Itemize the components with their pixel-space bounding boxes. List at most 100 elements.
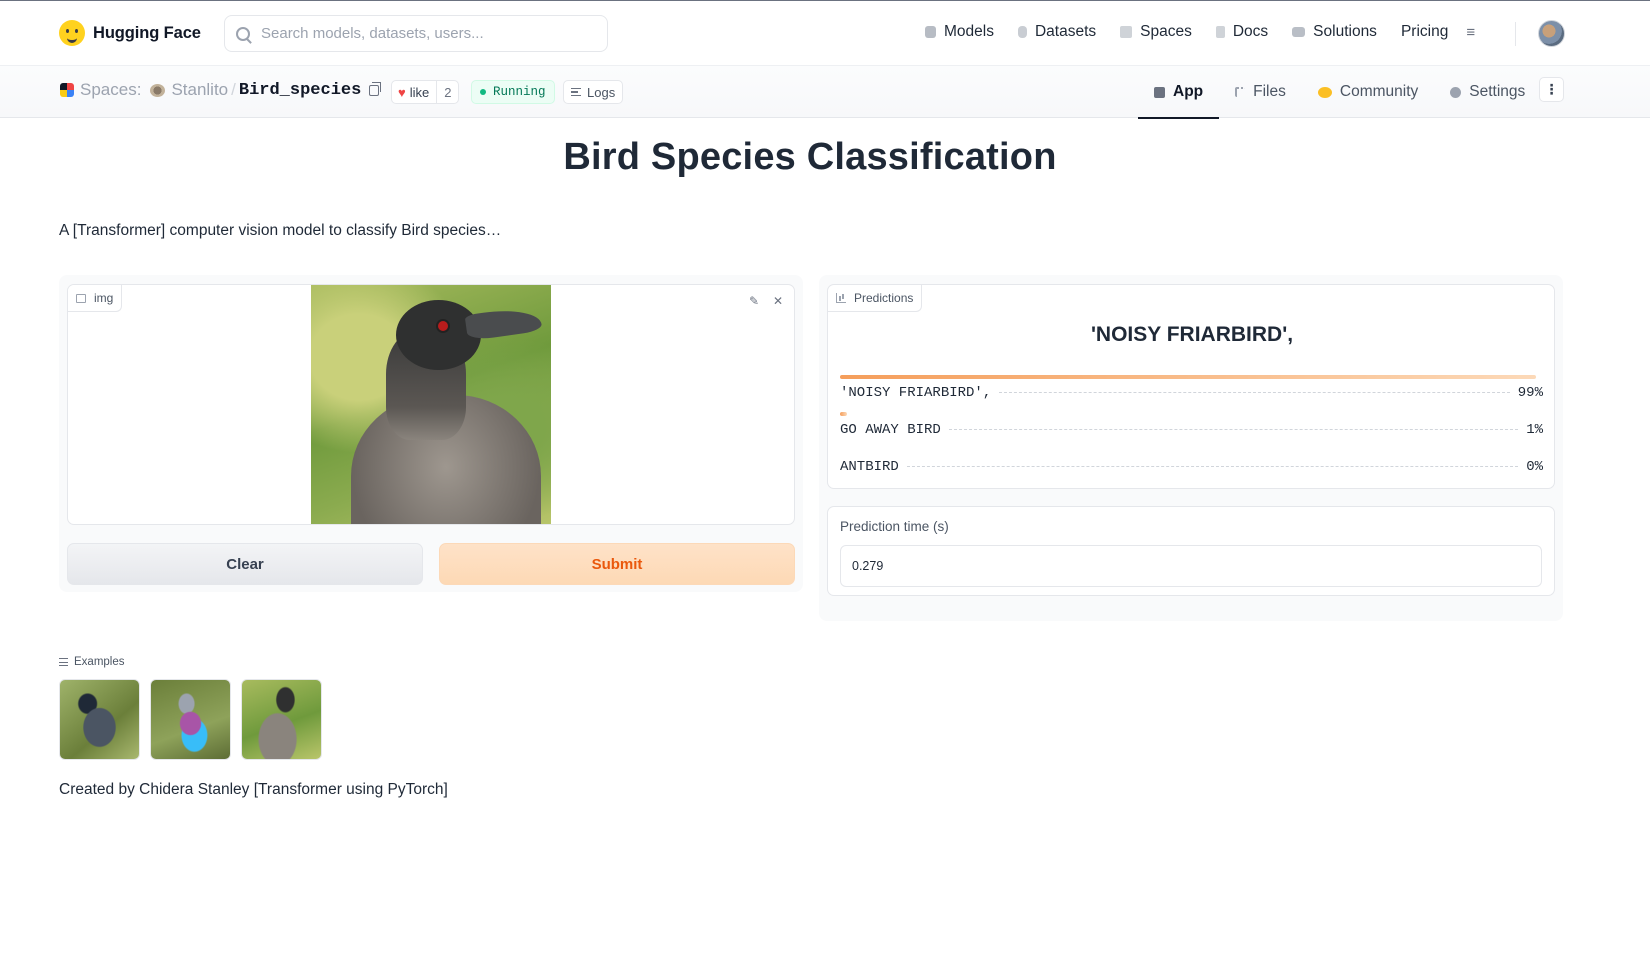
search-input[interactable] [261, 25, 581, 42]
heart-icon: ♥ [398, 84, 406, 100]
nav-solutions[interactable]: Solutions [1292, 23, 1377, 41]
like-action[interactable]: ♥ like [392, 81, 438, 103]
space-tabs: App Files Community Settings [1138, 66, 1541, 119]
confidence-line: 'NOISY FRIARBIRD', 99% [840, 385, 1543, 401]
gear-icon [1450, 86, 1462, 98]
hugging-face-emoji-icon [59, 20, 85, 46]
status-badge: Running [471, 80, 555, 104]
top-navbar: Hugging Face Models Datasets Spaces Docs… [0, 0, 1650, 66]
like-button[interactable]: ♥ like 2 [391, 80, 460, 104]
user-avatar[interactable] [1538, 20, 1565, 47]
clear-button[interactable]: Clear [67, 543, 423, 585]
confidence-bar [840, 375, 1536, 379]
prediction-time-field[interactable]: 0.279 [840, 545, 1542, 587]
bar-chart-icon [836, 293, 846, 303]
footer-credit: Created by Chidera Stanley [Transformer … [59, 781, 448, 798]
tab-files-label: Files [1253, 83, 1286, 100]
community-icon [1317, 86, 1332, 98]
more-menu-icon[interactable]: ≡ [1466, 24, 1475, 41]
breadcrumb-owner[interactable]: Stanlito [171, 80, 228, 100]
example-thumb-quail[interactable] [59, 679, 140, 760]
submit-button[interactable]: Submit [439, 543, 795, 585]
nav-spaces[interactable]: Spaces [1120, 23, 1192, 41]
nav-datasets-label: Datasets [1034, 23, 1097, 40]
output-panel: Predictions 'NOISY FRIARBIRD', 'NOISY FR… [819, 275, 1563, 621]
example-thumb-friarbird[interactable] [241, 679, 322, 760]
solutions-icon [1292, 27, 1306, 37]
like-label: like [409, 84, 430, 100]
search-icon [236, 26, 250, 41]
tab-app-label: App [1173, 83, 1204, 100]
tab-app[interactable]: App [1138, 66, 1220, 119]
bird-eye [438, 321, 448, 331]
confidence-line: GO AWAY BIRD 1% [840, 422, 1543, 438]
confidence-bar [840, 412, 848, 416]
confidence-label: ANTBIRD [840, 459, 899, 475]
close-icon[interactable]: ✕ [770, 293, 786, 309]
nav-solutions-label: Solutions [1313, 23, 1377, 40]
brand-logo[interactable]: Hugging Face [59, 20, 201, 46]
spaces-logo-icon [60, 83, 74, 97]
spaces-grid-icon [1120, 26, 1133, 38]
image-tools: ✎ ✕ [746, 293, 786, 309]
app-description: A [Transformer] computer vision model to… [59, 222, 502, 239]
list-icon [59, 658, 68, 666]
breadcrumb-repo[interactable]: Bird_species [239, 81, 361, 100]
like-count[interactable]: 2 [437, 85, 458, 100]
tab-community[interactable]: Community [1302, 66, 1434, 118]
nav-models[interactable]: Models [925, 23, 994, 41]
breadcrumb-separator: / [231, 80, 236, 99]
nav-docs[interactable]: Docs [1215, 23, 1269, 41]
nav-docs-label: Docs [1232, 23, 1269, 40]
logs-icon [571, 88, 581, 96]
nav-datasets[interactable]: Datasets [1017, 23, 1097, 41]
app-cube-icon [1154, 86, 1165, 98]
status-dot-icon [480, 89, 486, 95]
files-icon [1235, 87, 1246, 97]
space-options-button[interactable]: ⋮ [1539, 77, 1564, 102]
image-icon [76, 293, 86, 303]
dotted-leader [948, 429, 1519, 430]
uploaded-bird-image [311, 285, 551, 524]
logs-button[interactable]: Logs [563, 80, 624, 104]
nav-models-label: Models [944, 23, 994, 40]
nav-pricing-label: Pricing [1400, 23, 1449, 40]
confidence-value: 1% [1526, 422, 1543, 438]
top-prediction: 'NOISY FRIARBIRD', [1090, 323, 1294, 346]
tab-files[interactable]: Files [1219, 66, 1302, 118]
predictions-label-text: Predictions [854, 291, 914, 305]
breadcrumb-spaces[interactable]: Spaces: [80, 80, 141, 100]
predictions-block-label: Predictions [828, 285, 923, 312]
tab-settings[interactable]: Settings [1434, 66, 1541, 118]
image-upload-area[interactable]: img ✎ ✕ [67, 284, 795, 525]
confidence-label: 'NOISY FRIARBIRD', [840, 385, 992, 401]
copy-icon[interactable] [369, 81, 382, 96]
status-text: Running [493, 85, 546, 99]
confidence-label: GO AWAY BIRD [840, 422, 941, 438]
confidence-value: 99% [1517, 385, 1543, 401]
search-bar[interactable] [224, 15, 608, 52]
examples-gallery [59, 679, 322, 760]
example-thumb-roller[interactable] [150, 679, 231, 760]
confidence-list: 'NOISY FRIARBIRD', 99% GO AWAY BIRD 1% A… [840, 375, 1543, 486]
input-panel: img ✎ ✕ Clear Submit [59, 275, 803, 592]
confidence-row: GO AWAY BIRD 1% [840, 412, 1543, 449]
prediction-time-block: Prediction time (s) 0.279 [827, 506, 1555, 596]
confidence-row: 'NOISY FRIARBIRD', 99% [840, 375, 1543, 412]
image-label-text: img [94, 291, 114, 305]
nav-pricing[interactable]: Pricing [1401, 23, 1448, 41]
tab-community-label: Community [1339, 83, 1419, 100]
image-block-label: img [68, 285, 123, 312]
nav-spaces-label: Spaces [1140, 23, 1192, 40]
datasets-icon [1017, 26, 1027, 38]
examples-label-text: Examples [74, 656, 125, 668]
prediction-time-label: Prediction time (s) [840, 519, 949, 534]
logs-label: Logs [587, 84, 616, 100]
confidence-row: ANTBIRD 0% [840, 449, 1543, 486]
owner-avatar-icon [150, 83, 166, 97]
edit-pencil-icon[interactable]: ✎ [746, 293, 762, 309]
main-nav: Models Datasets Spaces Docs Solutions Pr… [925, 23, 1475, 41]
nav-divider [1515, 22, 1516, 46]
tab-settings-label: Settings [1469, 83, 1526, 100]
predictions-block: Predictions 'NOISY FRIARBIRD', 'NOISY FR… [827, 284, 1555, 489]
